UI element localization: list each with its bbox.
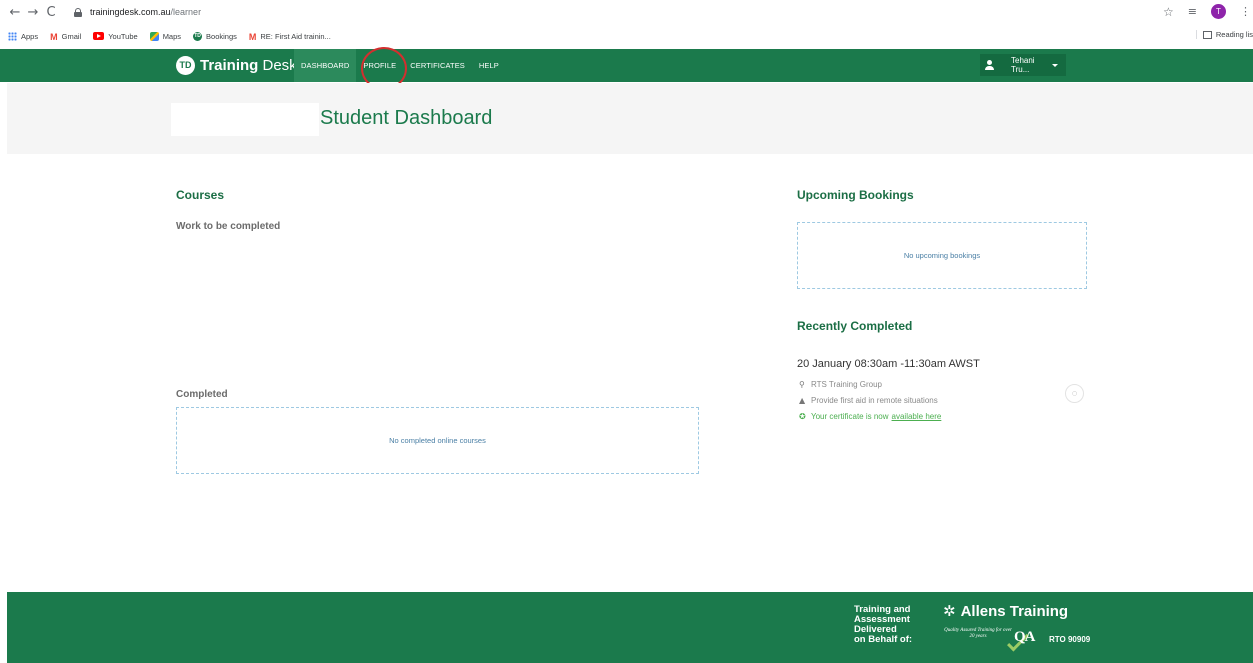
- logo-text: Training Desk: [200, 57, 297, 74]
- reading-list-button[interactable]: Reading lis: [1195, 30, 1253, 39]
- footer-delivered-text: Training and Assessment Delivered on Beh…: [854, 604, 913, 645]
- award-ribbon-icon: ✪: [799, 412, 806, 421]
- td-logo-icon: TD: [176, 56, 195, 75]
- maps-icon: [149, 31, 159, 41]
- nav-certificates[interactable]: CERTIFICATES: [403, 49, 472, 82]
- user-name: Tehani Tru...: [1011, 56, 1035, 74]
- media-queue-icon[interactable]: ≡: [1188, 5, 1197, 18]
- bookings-empty-text: No upcoming bookings: [903, 251, 981, 260]
- upcoming-bookings-box: No upcoming bookings: [797, 222, 1087, 289]
- rto-number: RTO 90909: [1049, 635, 1091, 644]
- url-domain: trainingdesk.com.au: [90, 7, 171, 17]
- apps-icon: [8, 31, 17, 41]
- recent-booking-certificate: ✪ Your certificate is now available here: [799, 412, 941, 421]
- bookmarks-bar: Apps M Gmail YouTube Maps TD Bookings M RE:…: [0, 24, 1253, 48]
- main-nav: DASHBOARD PROFILE CERTIFICATES HELP: [294, 49, 506, 82]
- reload-icon[interactable]: C: [42, 5, 60, 20]
- url-path: /learner: [170, 7, 202, 17]
- certificate-link[interactable]: available here: [892, 412, 942, 421]
- bookmark-first-aid-email[interactable]: M RE: First Aid trainin...: [248, 31, 331, 42]
- gmail-icon: M: [248, 31, 257, 42]
- organization-logo-placeholder: [171, 103, 319, 136]
- allens-star-icon: ✲: [943, 602, 956, 620]
- course-text: Provide first aid in remote situations: [811, 396, 938, 405]
- bookmark-label: Maps: [162, 31, 182, 41]
- lock-icon[interactable]: [74, 7, 82, 17]
- recently-completed-heading: Recently Completed: [797, 319, 913, 333]
- location-text: RTS Training Group: [811, 380, 882, 389]
- trainingdesk-icon: TD: [193, 31, 203, 41]
- forward-arrow-icon[interactable]: →: [24, 5, 42, 20]
- youtube-icon: [93, 32, 105, 40]
- brand-name: Allens Training: [960, 602, 1069, 620]
- recent-booking-title[interactable]: 20 January 08:30am -11:30am AWST: [797, 358, 980, 370]
- bookmark-gmail[interactable]: M Gmail: [50, 31, 82, 42]
- nav-dashboard[interactable]: DASHBOARD: [294, 49, 357, 82]
- user-icon: [980, 54, 999, 76]
- recent-booking-location: ⚲ RTS Training Group: [799, 380, 882, 389]
- nav-help[interactable]: HELP: [472, 49, 506, 82]
- allens-training-logo[interactable]: ✲ Allens Training: [943, 602, 1068, 620]
- page-title: Student Dashboard: [320, 107, 493, 129]
- reading-list-label: Reading lis: [1215, 30, 1253, 39]
- completed-empty-text: No completed online courses: [389, 436, 486, 445]
- chevron-down-icon: [1052, 63, 1058, 67]
- bookmark-youtube[interactable]: YouTube: [93, 31, 138, 41]
- search-icon[interactable]: ○: [1065, 384, 1084, 403]
- back-arrow-icon[interactable]: ←: [6, 5, 24, 20]
- recent-booking-course: ▲ Provide first aid in remote situations: [799, 396, 938, 405]
- bookmark-maps[interactable]: Maps: [149, 31, 182, 41]
- bookmark-label: YouTube: [108, 31, 138, 41]
- footer: Training and Assessment Delivered on Beh…: [7, 592, 1253, 663]
- bookmark-star-icon[interactable]: ☆: [1163, 5, 1174, 19]
- logo-text-bold: Training: [200, 57, 259, 74]
- completed-heading: Completed: [176, 389, 228, 400]
- graduation-cap-icon: ▲: [799, 396, 806, 405]
- courses-heading: Courses: [176, 188, 225, 202]
- work-to-be-completed-heading: Work to be completed: [176, 221, 281, 232]
- qa-mark: QA: [1014, 629, 1035, 645]
- completed-courses-box: No completed online courses: [176, 407, 699, 474]
- url-field[interactable]: trainingdesk.com.au/learner: [90, 7, 201, 17]
- bookmark-label: Bookings: [206, 31, 237, 41]
- bookmark-label: Apps: [21, 31, 39, 41]
- bookmark-label: RE: First Aid trainin...: [260, 31, 331, 41]
- nav-profile[interactable]: PROFILE: [356, 49, 403, 82]
- bookmark-bookings[interactable]: TD Bookings: [193, 31, 237, 41]
- bookmark-label: Gmail: [61, 31, 82, 41]
- upcoming-bookings-heading: Upcoming Bookings: [797, 188, 914, 202]
- browser-address-bar: ← → C trainingdesk.com.au/learner ☆ ≡ T …: [0, 0, 1253, 24]
- gmail-icon: M: [50, 31, 58, 42]
- profile-avatar[interactable]: T: [1211, 4, 1226, 19]
- map-pin-icon: ⚲: [799, 380, 805, 389]
- qa-tagline: Quality Assured Training for over 20 yea…: [944, 628, 1012, 639]
- title-band: Student Dashboard: [7, 83, 1253, 154]
- browser-toolbar-right: ☆ ≡ T ⋮: [1163, 4, 1253, 19]
- logo-text-light: Desk: [258, 57, 297, 74]
- training-desk-logo[interactable]: TD Training Desk: [176, 56, 297, 75]
- certificate-text: Your certificate is now: [811, 412, 889, 421]
- more-menu-icon[interactable]: ⋮: [1240, 5, 1251, 18]
- bookmark-apps[interactable]: Apps: [8, 31, 39, 41]
- reading-list-icon: [1202, 30, 1212, 39]
